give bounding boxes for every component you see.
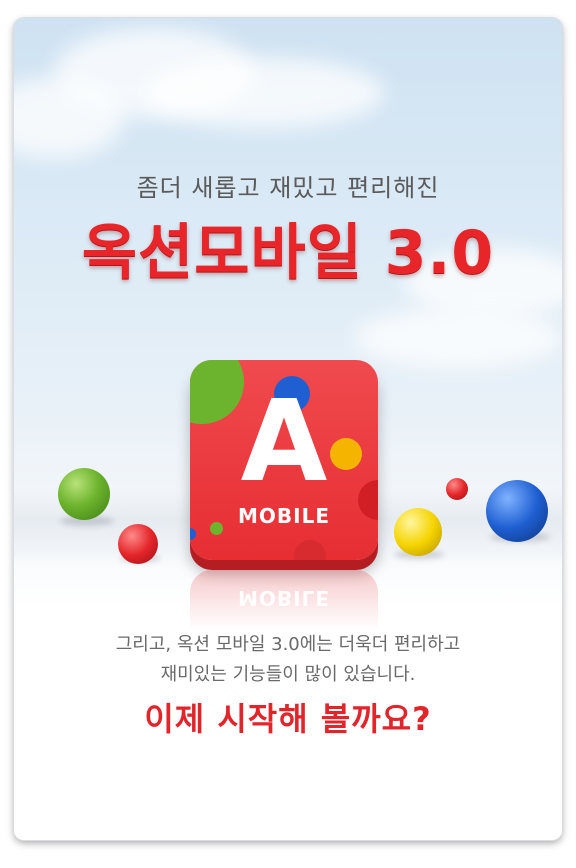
auction-mobile-app-icon: A MOBILE: [190, 360, 378, 560]
yellow-ball: [394, 508, 442, 556]
reflection-label: MOBILE: [238, 586, 330, 610]
green-ball: [58, 468, 110, 520]
blue-ball: [486, 480, 548, 542]
description: 그리고, 옥션 모바일 3.0에는 더욱더 편리하고 재미있는 기능들이 많이 …: [14, 630, 562, 690]
app-title: 옥션모바일 3.0: [81, 218, 495, 288]
description-line-2: 재미있는 기능들이 많이 있습니다.: [160, 664, 416, 685]
description-line-1: 그리고, 옥션 모바일 3.0에는 더욱더 편리하고: [115, 634, 461, 655]
small-blue-dot: [190, 528, 196, 540]
app-icon-reflection: MOBILE: [190, 570, 378, 630]
intro-subtitle: 좀더 새롭고 재밌고 편리해진: [136, 174, 440, 202]
app-label-mobile: MOBILE: [238, 504, 330, 528]
cloud-decoration: [144, 58, 384, 128]
faint-red-dot: [294, 540, 326, 560]
splash-screen: 좀더 새롭고 재밌고 편리해진 옥션모바일 3.0 A MOBILE MOBIL…: [14, 18, 562, 840]
small-red-ball: [446, 478, 468, 500]
start-prompt[interactable]: 이제 시작해 볼까요?: [14, 694, 562, 740]
cloud-decoration: [354, 308, 562, 368]
app-letter-a: A: [240, 377, 328, 507]
red-ball: [118, 524, 158, 564]
